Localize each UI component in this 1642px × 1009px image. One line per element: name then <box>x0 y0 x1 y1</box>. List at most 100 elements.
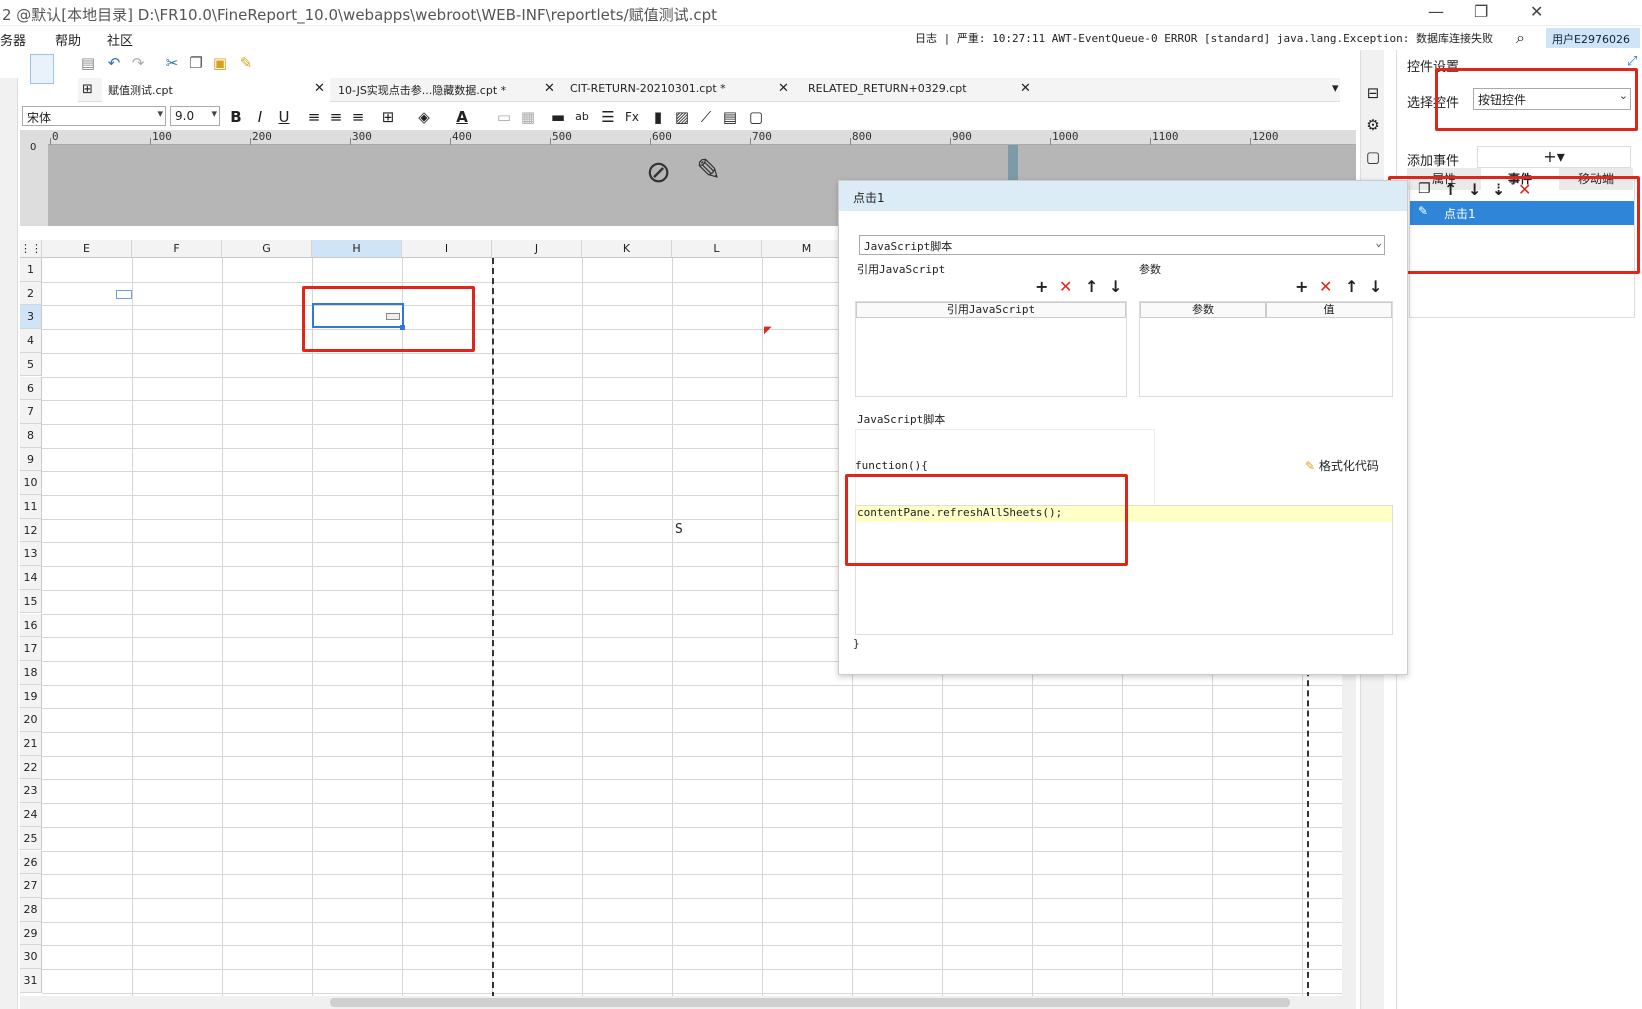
close-tab-icon[interactable]: ✕ <box>778 81 789 96</box>
row-header[interactable]: 16 <box>20 613 42 638</box>
row-header[interactable]: 27 <box>20 874 42 898</box>
square-icon[interactable]: ▢ <box>1363 148 1383 168</box>
formula-icon[interactable]: Fx <box>622 108 642 128</box>
row-header[interactable]: 22 <box>20 755 42 780</box>
add-param-icon[interactable]: + <box>1295 277 1308 296</box>
column-header[interactable]: K <box>582 240 672 258</box>
row-header[interactable]: 18 <box>20 660 42 685</box>
row-header[interactable]: 15 <box>20 589 42 614</box>
row-header[interactable]: 14 <box>20 566 42 590</box>
pin-icon[interactable]: ⤢ <box>1627 54 1637 69</box>
ref-up-icon[interactable]: ↑ <box>1085 277 1098 296</box>
row-header[interactable]: 23 <box>20 779 42 804</box>
row-header[interactable]: 6 <box>20 376 42 401</box>
tab-3[interactable]: RELATED_RETURN+0329.cpt ✕ <box>802 78 1040 102</box>
widget-icon[interactable]: ▢ <box>746 108 766 128</box>
script-type-select[interactable]: JavaScript脚本 ⌄ <box>859 235 1385 255</box>
chart-icon[interactable]: ▮ <box>648 108 668 128</box>
image-icon[interactable]: ▨ <box>672 108 692 128</box>
tab-menu-icon[interactable]: ▾ <box>1332 81 1339 96</box>
format-code-button[interactable]: ✎ 格式化代码 <box>1305 457 1379 474</box>
add-ref-icon[interactable]: + <box>1035 277 1048 296</box>
column-header[interactable]: F <box>132 240 222 258</box>
italic-icon[interactable]: I <box>250 108 270 128</box>
unmerge-icon[interactable]: ▦ <box>518 108 538 128</box>
param-down-icon[interactable]: ↓ <box>1369 277 1382 296</box>
menu-help[interactable]: 帮助 <box>55 30 81 49</box>
tab-0[interactable]: 赋值测试.cpt ✕ <box>102 78 330 102</box>
scroll-thumb[interactable] <box>330 998 1290 1007</box>
add-event-button[interactable]: +▾ <box>1477 146 1631 168</box>
minimize-button[interactable]: — <box>1428 2 1444 21</box>
row-header[interactable]: 30 <box>20 945 42 969</box>
fill-color-icon[interactable]: ◈ <box>414 108 434 128</box>
menu-community[interactable]: 社区 <box>107 30 133 49</box>
row-header[interactable]: 25 <box>20 826 42 851</box>
row-header[interactable]: 29 <box>20 921 42 946</box>
row-header[interactable]: 13 <box>20 542 42 567</box>
param-up-icon[interactable]: ↑ <box>1345 277 1358 296</box>
row-header[interactable]: 3 <box>20 305 42 330</box>
row-header[interactable]: 5 <box>20 352 42 377</box>
bold-icon[interactable]: B <box>226 108 246 128</box>
align-left-icon[interactable]: ≡ <box>304 108 324 128</box>
row-header[interactable]: 28 <box>20 897 42 922</box>
align-center-icon[interactable]: ≡ <box>326 108 346 128</box>
ref-down-icon[interactable]: ↓ <box>1109 277 1122 296</box>
row-header[interactable]: 31 <box>20 969 42 993</box>
row-header[interactable]: 11 <box>20 495 42 519</box>
subreport-icon[interactable]: ▤ <box>720 108 740 128</box>
align-right-icon[interactable]: ≡ <box>348 108 368 128</box>
user-account[interactable]: 用户E2976026 <box>1546 28 1640 48</box>
row-header[interactable]: 4 <box>20 329 42 353</box>
menu-server[interactable]: 务器 <box>0 30 26 49</box>
font-size-select[interactable]: 9.0 ▾ <box>170 106 220 126</box>
search-icon[interactable]: ⌕ <box>1516 28 1525 48</box>
merge-icon[interactable]: ▭ <box>494 108 514 128</box>
column-header[interactable]: I <box>402 240 492 258</box>
insert-row-icon[interactable]: ▬ <box>548 108 568 128</box>
settings-icon[interactable]: ⚙ <box>1363 116 1383 136</box>
paragraph-icon[interactable]: ☰ <box>598 108 618 128</box>
horizontal-scrollbar[interactable] <box>20 996 1356 1009</box>
text-icon[interactable]: ab <box>572 108 592 128</box>
delete-param-icon[interactable]: ✕ <box>1319 277 1332 296</box>
delete-ref-icon[interactable]: ✕ <box>1059 277 1072 296</box>
eye-off-icon[interactable]: ⊘ <box>646 155 671 190</box>
close-tab-icon[interactable]: ✕ <box>314 81 325 96</box>
log-message[interactable]: 日志 | 严重: 10:27:11 AWT-EventQueue-0 ERROR… <box>915 30 1493 46</box>
format-painter-icon[interactable]: ✎ <box>236 54 256 74</box>
column-header[interactable]: G <box>222 240 312 258</box>
column-header[interactable]: J <box>492 240 582 258</box>
row-header[interactable]: 26 <box>20 850 42 875</box>
copy-icon[interactable]: ❐ <box>186 54 206 74</box>
slash-icon[interactable]: ⟋ <box>696 108 716 128</box>
redo-icon[interactable]: ↷ <box>128 54 148 74</box>
border-icon[interactable]: ⊞ <box>378 108 398 128</box>
undo-icon[interactable]: ↶ <box>104 54 124 74</box>
row-header[interactable]: 17 <box>20 637 42 661</box>
close-window-button[interactable]: ✕ <box>1530 2 1543 21</box>
tab-2[interactable]: CIT-RETURN-20210301.cpt * ✕ <box>564 78 796 102</box>
row-header[interactable]: 24 <box>20 803 42 827</box>
paste-icon[interactable]: ▣ <box>210 54 230 74</box>
restore-button[interactable]: ❐ <box>1474 2 1488 21</box>
row-header[interactable]: 10 <box>20 471 42 495</box>
cell-l12[interactable]: S <box>675 522 683 537</box>
row-header[interactable]: 7 <box>20 400 42 424</box>
row-header[interactable]: 12 <box>20 518 42 543</box>
underline-icon[interactable]: U <box>274 108 294 128</box>
column-header[interactable]: L <box>672 240 762 258</box>
row-header[interactable]: 2 <box>20 281 42 306</box>
row-header[interactable]: 20 <box>20 708 42 732</box>
font-select[interactable]: 宋体 ▾ <box>22 106 166 126</box>
row-header[interactable]: 21 <box>20 732 42 756</box>
font-color-icon[interactable]: A <box>452 108 472 128</box>
pencil-icon[interactable]: ✎ <box>696 153 721 188</box>
designer-mode-icon[interactable] <box>30 54 54 84</box>
column-header[interactable]: H <box>312 240 402 258</box>
row-header[interactable]: 9 <box>20 447 42 472</box>
row-header[interactable]: 19 <box>20 684 42 709</box>
save-icon[interactable]: ▤ <box>78 54 98 74</box>
tab-1[interactable]: 10-JS实现点击参...隐藏数据.cpt * ✕ <box>332 78 560 102</box>
